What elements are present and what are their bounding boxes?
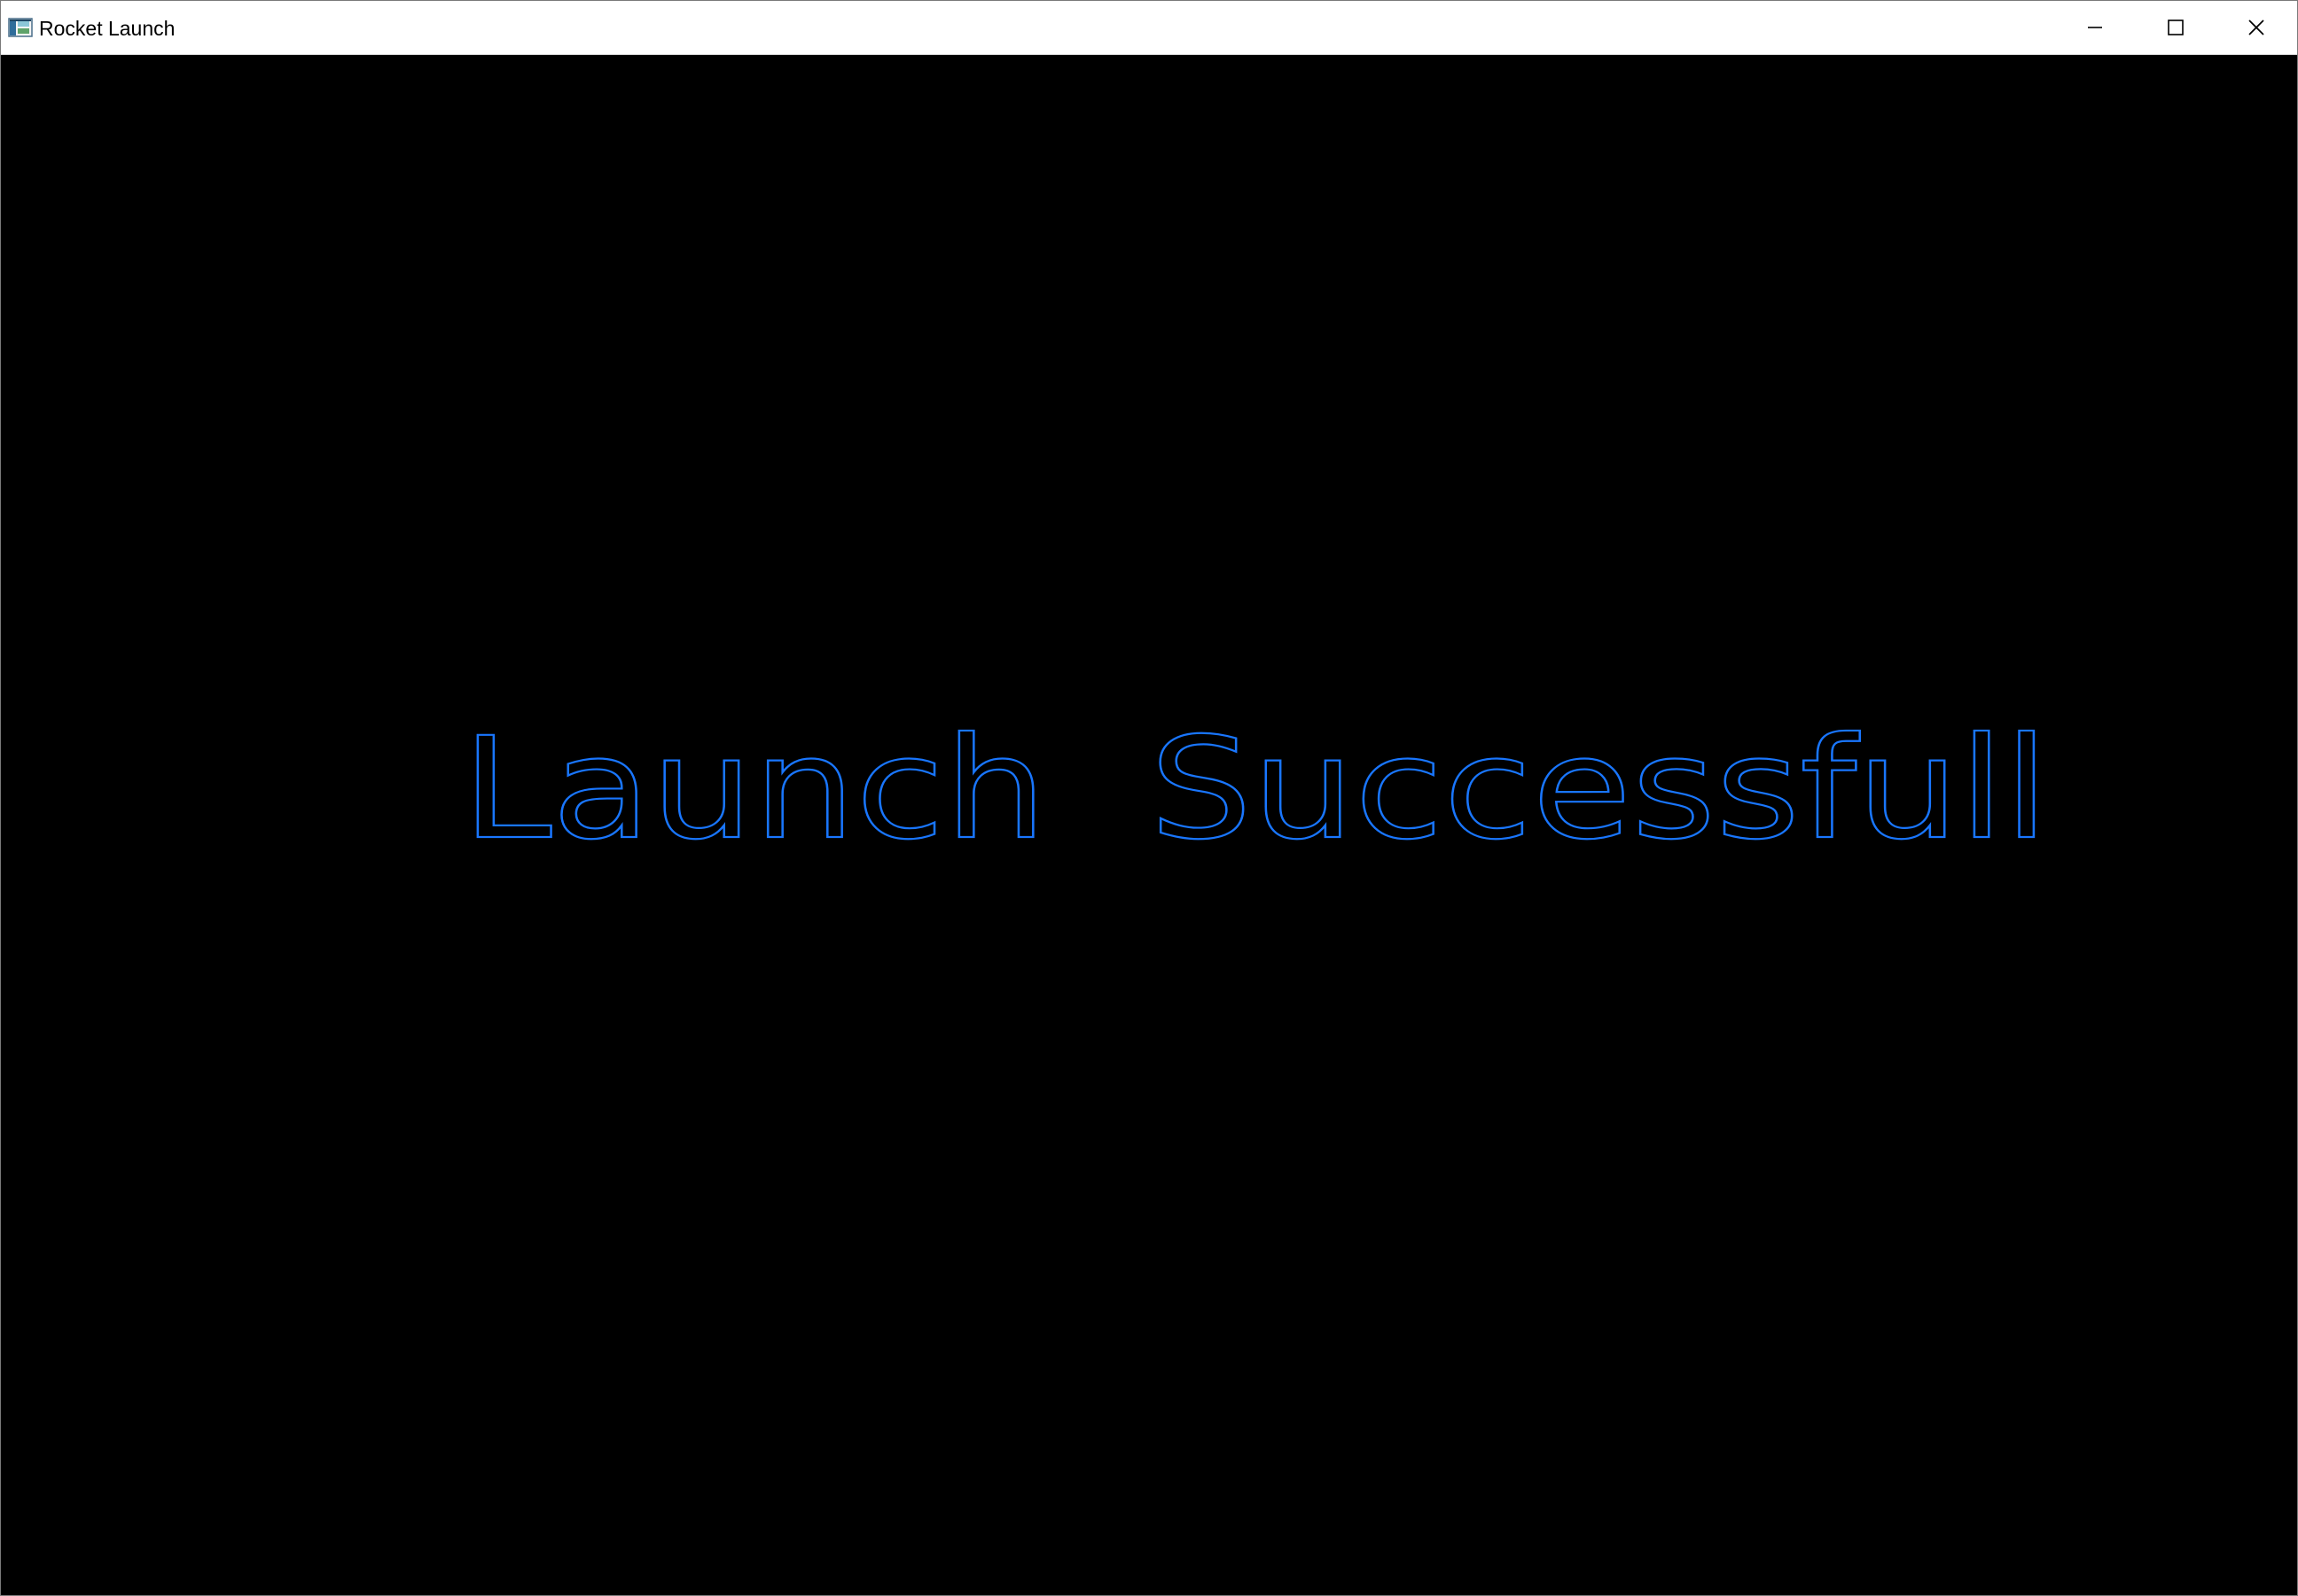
launch-status-message: Launch Successfull [462, 708, 2049, 871]
rocket-launch-canvas: Launch Successfull [1, 55, 2297, 1595]
close-icon [2246, 17, 2267, 38]
launch-message-graphic: Launch Successfull [461, 707, 2050, 872]
minimize-button[interactable] [2054, 1, 2136, 54]
window-title: Rocket Launch [39, 17, 176, 40]
window-titlebar[interactable]: Rocket Launch [1, 1, 2297, 55]
minimize-icon [2085, 18, 2105, 37]
close-button[interactable] [2216, 1, 2297, 54]
rocket-launch-window: Rocket Launch Launch Successfull [0, 0, 2298, 1596]
maximize-icon [2166, 18, 2185, 37]
maximize-button[interactable] [2135, 1, 2216, 54]
app-window-icon [8, 17, 33, 38]
